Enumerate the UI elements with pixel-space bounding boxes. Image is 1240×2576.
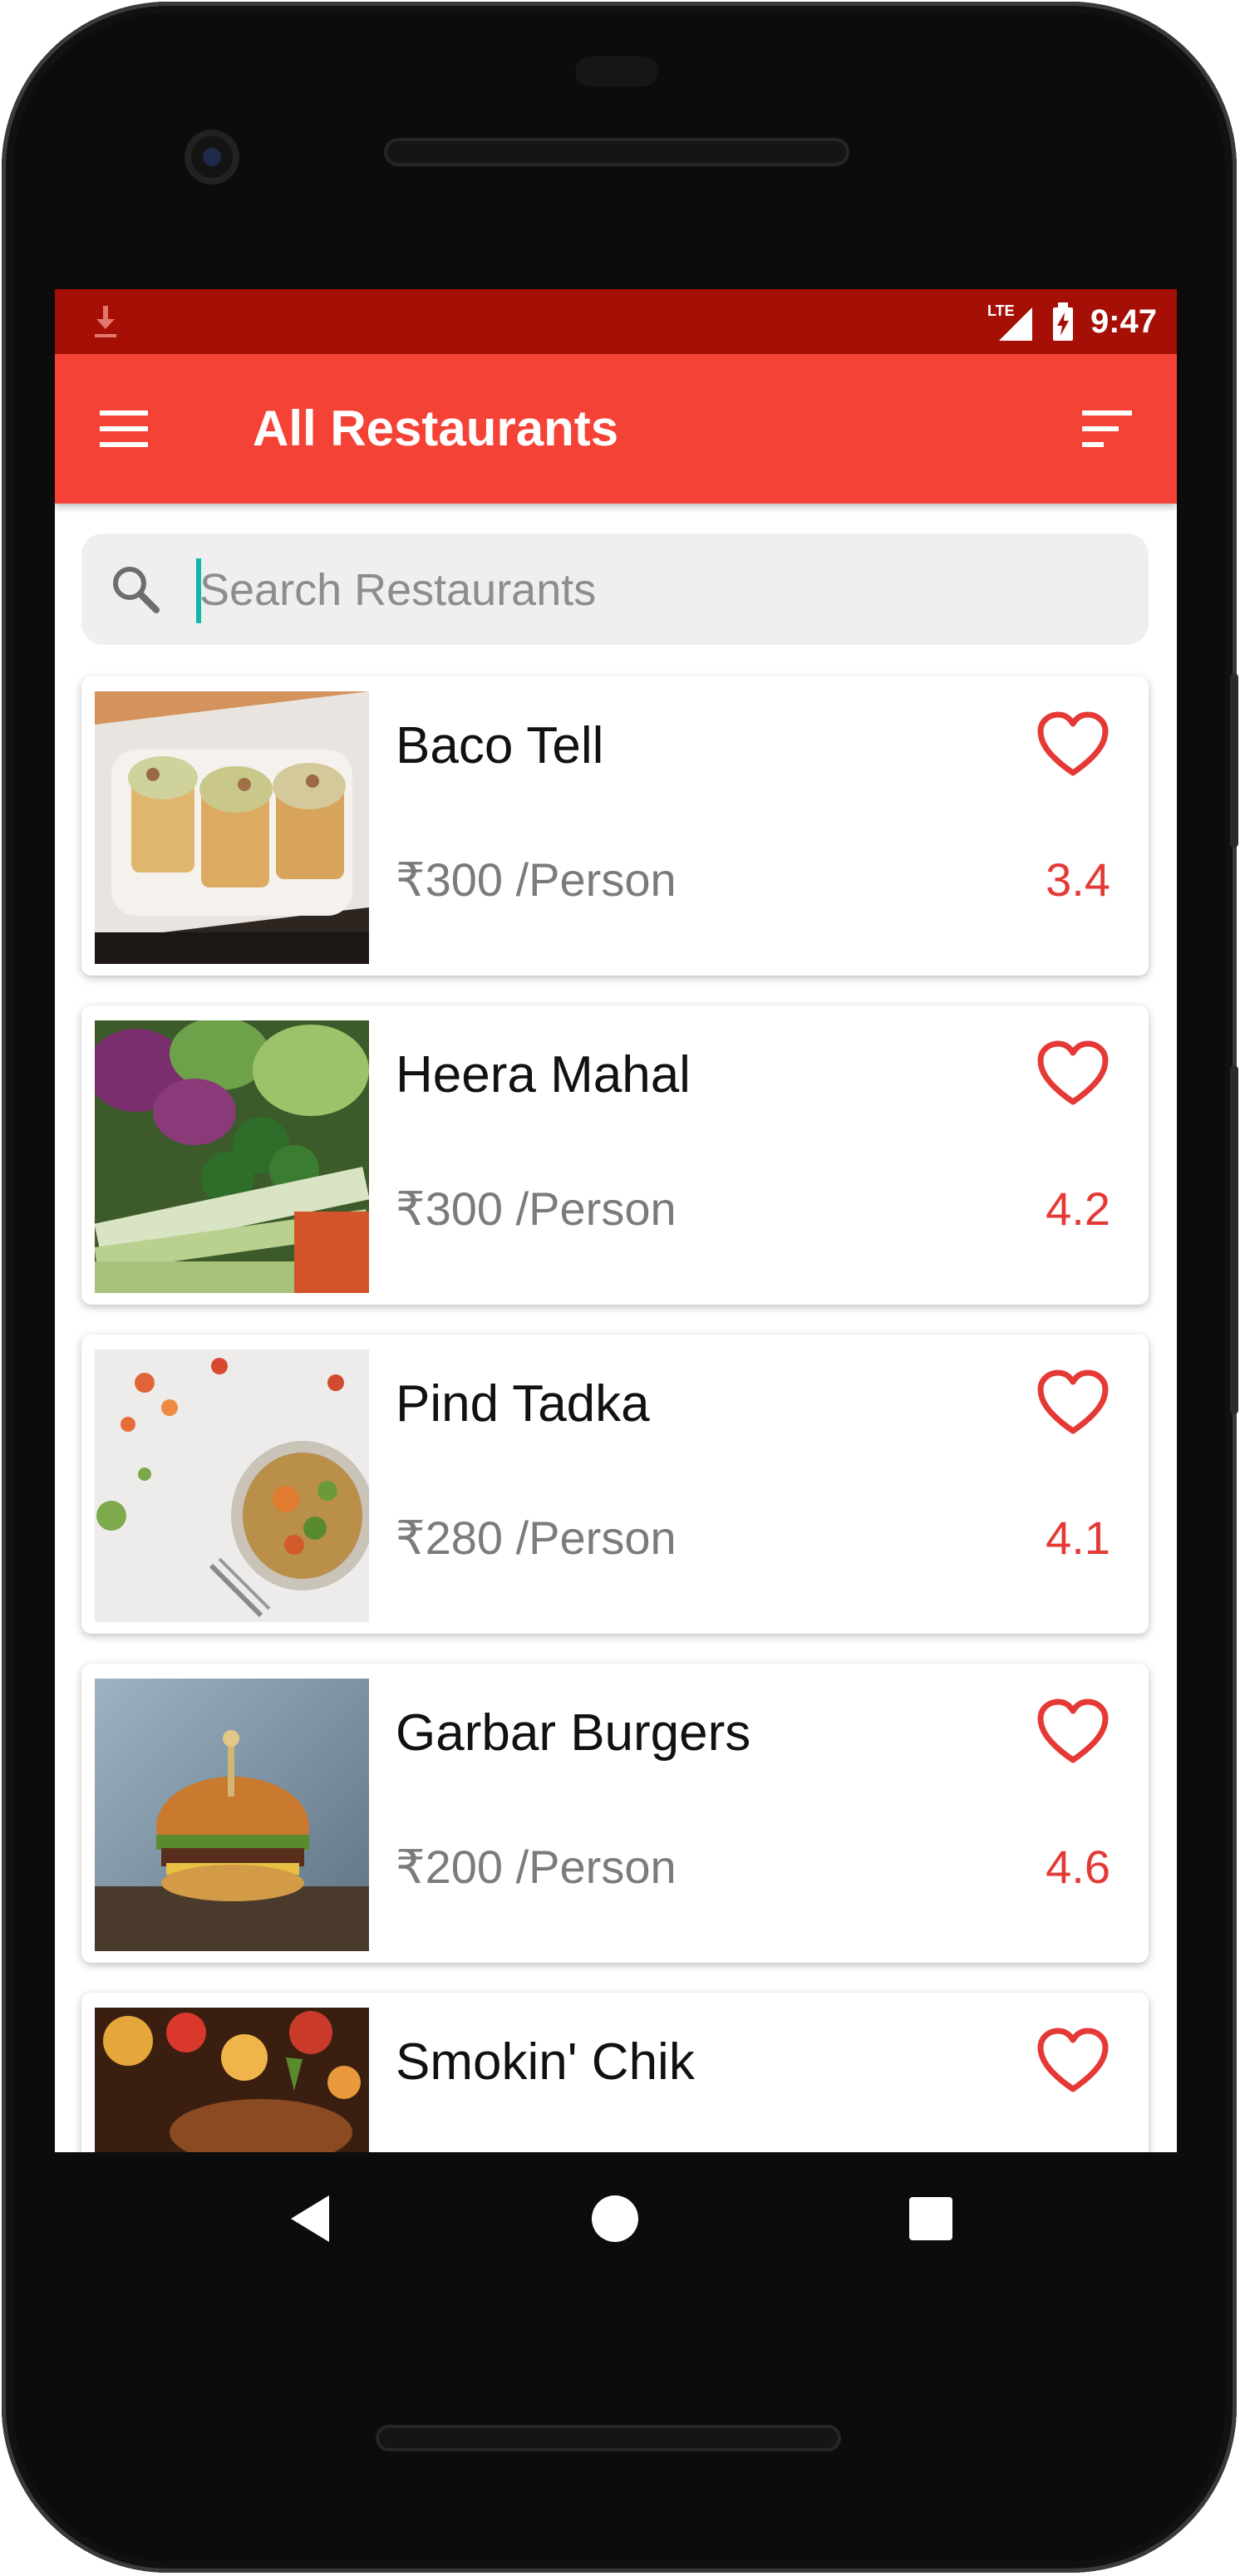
status-time: 9:47 xyxy=(1090,302,1157,340)
favorite-heart-icon[interactable] xyxy=(1036,710,1110,779)
restaurant-image xyxy=(95,1679,369,1951)
back-triangle-icon[interactable] xyxy=(278,2185,344,2252)
restaurant-card[interactable]: Baco Tell ₹300 /Person 3.4 xyxy=(81,676,1149,976)
favorite-heart-icon[interactable] xyxy=(1036,1697,1110,1767)
restaurant-image xyxy=(95,1349,369,1622)
restaurant-name: Smokin' Chik xyxy=(396,2033,695,2091)
restaurant-image xyxy=(95,1020,369,1293)
bottom-speaker xyxy=(376,2425,841,2451)
search-icon xyxy=(110,563,161,615)
page-title: All Restaurants xyxy=(253,401,619,456)
recents-square-icon[interactable] xyxy=(898,2185,964,2252)
restaurant-card[interactable]: Garbar Burgers ₹200 /Person 4.6 xyxy=(81,1664,1149,1963)
system-nav-bar xyxy=(55,2152,1177,2285)
restaurant-name: Pind Tadka xyxy=(396,1375,650,1433)
app-screen: LTE 9:47 All Restaurants Search Restaura… xyxy=(55,289,1177,2152)
battery-icon xyxy=(1052,302,1073,341)
lte-signal-icon: LTE xyxy=(987,302,1032,341)
menu-icon[interactable] xyxy=(96,406,155,452)
favorite-heart-icon[interactable] xyxy=(1036,1039,1110,1109)
restaurant-price: ₹280 /Person xyxy=(396,1512,677,1564)
sort-icon[interactable] xyxy=(1077,406,1135,452)
search-bar xyxy=(81,533,1149,645)
restaurant-rating: 4.6 xyxy=(1046,1841,1110,1893)
volume-button xyxy=(1230,673,1238,848)
restaurant-card[interactable]: Heera Mahal ₹300 /Person 4.2 xyxy=(81,1005,1149,1305)
restaurant-name: Garbar Burgers xyxy=(396,1704,751,1762)
restaurant-name: Heera Mahal xyxy=(396,1046,691,1104)
home-circle-icon[interactable] xyxy=(582,2185,648,2252)
svg-text:LTE: LTE xyxy=(987,302,1015,319)
status-bar: LTE 9:47 xyxy=(55,289,1177,354)
power-button xyxy=(1230,1065,1238,1414)
restaurant-price: ₹300 /Person xyxy=(396,853,677,906)
download-icon xyxy=(86,302,125,341)
restaurant-image xyxy=(95,691,369,964)
restaurant-name: Baco Tell xyxy=(396,717,604,774)
app-bar: All Restaurants xyxy=(55,354,1177,504)
restaurant-rating: 4.1 xyxy=(1046,1512,1110,1564)
restaurant-image xyxy=(95,2008,369,2152)
favorite-heart-icon[interactable] xyxy=(1036,2026,1110,2096)
front-sensor xyxy=(575,57,658,86)
restaurant-rating: 4.2 xyxy=(1046,1182,1110,1235)
restaurant-card[interactable]: Smokin' Chik xyxy=(81,1993,1149,2152)
search-input[interactable] xyxy=(198,552,1115,628)
favorite-heart-icon[interactable] xyxy=(1036,1368,1110,1438)
front-camera-icon xyxy=(185,130,239,184)
restaurant-card[interactable]: Pind Tadka ₹280 /Person 4.1 xyxy=(81,1335,1149,1634)
earpiece-speaker xyxy=(384,138,849,166)
restaurant-price: ₹200 /Person xyxy=(396,1841,677,1893)
restaurant-rating: 3.4 xyxy=(1046,853,1110,906)
restaurant-price: ₹300 /Person xyxy=(396,1182,677,1235)
